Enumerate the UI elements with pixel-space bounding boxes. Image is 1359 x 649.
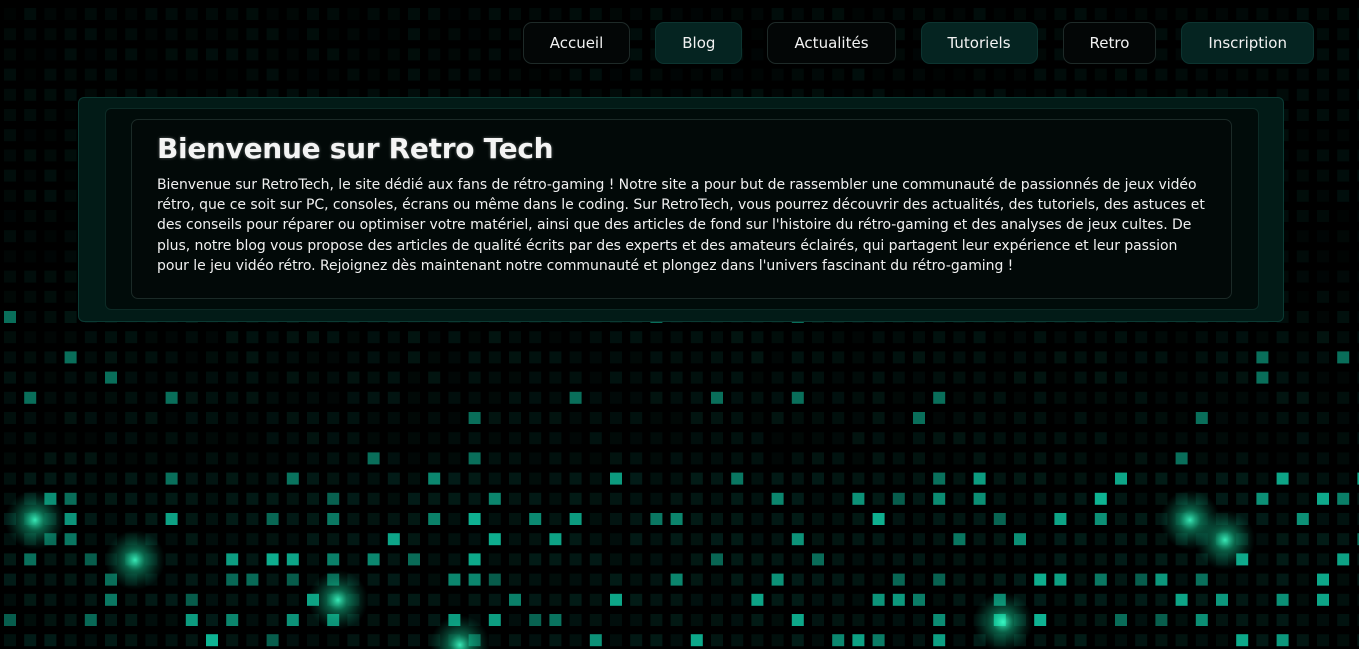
nav-tutoriels-button[interactable]: Tutoriels [920, 22, 1038, 64]
welcome-card: Bienvenue sur Retro Tech Bienvenue sur R… [131, 119, 1232, 299]
nav-inscription-button[interactable]: Inscription [1181, 22, 1314, 64]
main-nav: Accueil Blog Actualités Tutoriels Retro … [522, 22, 1314, 64]
nav-actualites-button[interactable]: Actualités [767, 22, 896, 64]
content-frame-inner: Bienvenue sur Retro Tech Bienvenue sur R… [105, 108, 1259, 310]
nav-retro-button[interactable]: Retro [1062, 22, 1157, 64]
nav-blog-button[interactable]: Blog [655, 22, 743, 64]
content-frame-outer: Bienvenue sur Retro Tech Bienvenue sur R… [78, 97, 1284, 322]
page-title: Bienvenue sur Retro Tech [157, 132, 554, 165]
welcome-text: Bienvenue sur RetroTech, le site dédié a… [157, 177, 1205, 274]
nav-accueil-button[interactable]: Accueil [522, 22, 631, 64]
